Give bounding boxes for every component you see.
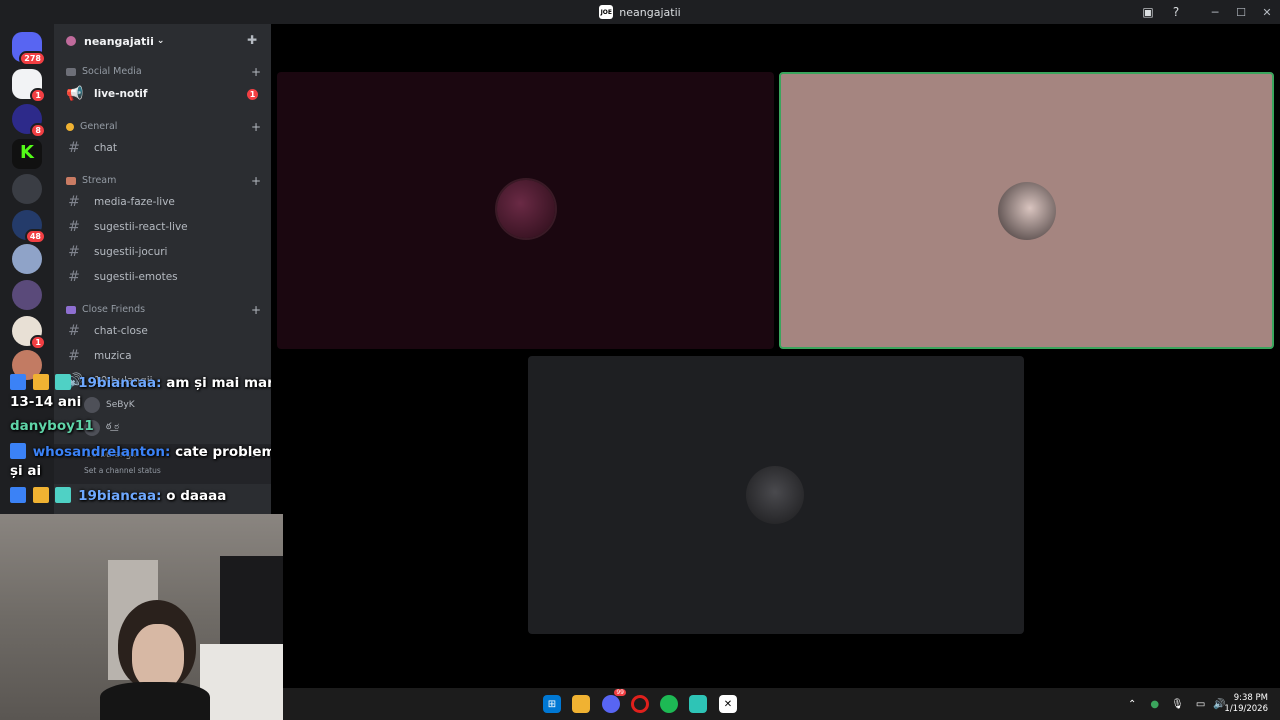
sub-badge-icon (55, 487, 72, 503)
channel-sugestii-react-live[interactable]: # sugestii-react-live (66, 219, 266, 235)
megaphone-icon: 📢 (66, 86, 84, 102)
chat-message: danyboy11 (10, 418, 94, 434)
category-stream[interactable]: Stream + (66, 174, 261, 188)
app-icon: JOE (599, 5, 614, 19)
channel-sugestii-emotes[interactable]: # sugestii-emotes (66, 269, 266, 285)
capcut-icon[interactable]: ✕ (719, 695, 737, 713)
participant-tile[interactable] (528, 356, 1024, 634)
badge-icon (10, 443, 26, 459)
channel-sugestii-jocuri[interactable]: # sugestii-jocuri (66, 244, 266, 260)
avatar (84, 397, 100, 413)
add-member-icon[interactable]: ✚ (247, 33, 257, 47)
server-blue-icon[interactable]: 48 (12, 210, 46, 244)
file-explorer-icon[interactable] (572, 695, 590, 713)
guild-name: neangajatii (84, 34, 154, 48)
chat-message-continuation: 13-14 ani (10, 394, 82, 410)
chat-message: 19biancaa: o daaaa (10, 487, 226, 504)
person-face (132, 624, 184, 690)
taskbar: ⊞ 99 ✕ ⌃ ● 🎙 ▭ 🔊 9:38 PM 1/19/2026 (283, 688, 1280, 720)
channel-live-notif[interactable]: 📢 live-notif 1 (66, 86, 266, 102)
server-bunny-icon[interactable] (12, 244, 42, 274)
close-button[interactable]: ✕ (1254, 0, 1280, 24)
tray-app-icon[interactable]: ● (1150, 699, 1159, 710)
server-photo-icon[interactable] (12, 174, 42, 204)
server-kick-icon[interactable]: K (12, 139, 42, 169)
channel-chat[interactable]: # chat (66, 140, 266, 156)
server-purple-icon[interactable]: 8 (12, 104, 46, 138)
add-channel-icon[interactable]: + (251, 65, 261, 79)
avatar (998, 182, 1056, 240)
help-icon[interactable]: ? (1162, 0, 1190, 24)
person-shirt (100, 682, 210, 720)
chat-message: whosandrelanton: cate probleme sa (10, 443, 307, 460)
add-channel-icon[interactable]: + (251, 120, 261, 134)
monitor (220, 556, 283, 656)
channel-muzica[interactable]: # muzica (66, 348, 266, 364)
voice-user[interactable]: SeByK (84, 397, 135, 413)
add-channel-icon[interactable]: + (251, 303, 261, 317)
hash-icon: # (68, 348, 80, 364)
add-channel-icon[interactable]: + (251, 174, 261, 188)
mention-badge: 1 (247, 88, 258, 100)
category-close-friends[interactable]: Close Friends + (66, 303, 261, 317)
maximize-button[interactable]: ☐ (1228, 0, 1254, 24)
chevron-up-icon[interactable]: ⌃ (1128, 699, 1136, 710)
server-face-icon[interactable]: 1 (12, 316, 46, 350)
category-social-media[interactable]: Social Media + (66, 65, 261, 79)
participant-tile-speaking[interactable] (779, 72, 1274, 349)
crown-icon (32, 487, 49, 503)
avatar (497, 180, 555, 238)
voice-call-stage (271, 24, 1280, 688)
windows-start-icon[interactable]: ⊞ (543, 695, 561, 713)
guild-header[interactable]: neangajatii ⌄ ✚ (54, 24, 271, 58)
server-joe-icon[interactable]: 1 (12, 69, 46, 103)
window-title: neangajatii (619, 5, 681, 19)
title-bar: JOE neangajatii ▣ ? ─ ☐ ✕ (0, 0, 1280, 24)
hash-icon: # (68, 194, 80, 210)
opera-icon[interactable] (631, 695, 649, 713)
microphone-icon[interactable]: 🎙 (1171, 699, 1184, 710)
channel-media-faze-live[interactable]: # media-faze-live (66, 194, 266, 210)
system-tray: ⌃ ● 🎙 ▭ 🔊 (1128, 688, 1226, 720)
hash-icon: # (68, 323, 80, 339)
heart-icon (66, 305, 76, 314)
clock[interactable]: 9:38 PM 1/19/2026 (1224, 693, 1268, 715)
hash-icon: # (68, 140, 80, 156)
badge-icon (10, 487, 26, 503)
app-icon[interactable] (689, 695, 707, 713)
set-status-link[interactable]: Set a channel status (84, 466, 161, 475)
discord-icon[interactable]: 99 (602, 689, 626, 713)
hash-icon: # (68, 219, 80, 235)
cup-icon (66, 176, 76, 185)
participant-tile[interactable] (277, 72, 774, 349)
avatar (746, 466, 804, 524)
inbox-icon[interactable]: ▣ (1134, 0, 1162, 24)
chat-message: 19biancaa: am și mai mari.. (10, 374, 289, 391)
category-icon (66, 67, 76, 76)
channel-chat-close[interactable]: # chat-close (66, 323, 266, 339)
network-icon[interactable]: ▭ (1196, 699, 1205, 710)
hash-icon: # (68, 244, 80, 260)
sub-badge-icon (55, 374, 72, 390)
spotify-icon[interactable] (660, 695, 678, 713)
hash-icon: # (68, 269, 80, 285)
category-general[interactable]: General + (66, 120, 261, 134)
chat-message-continuation: și ai (10, 463, 42, 479)
minimize-button[interactable]: ─ (1202, 0, 1228, 24)
badge-icon (10, 374, 26, 390)
server-art-icon[interactable] (12, 280, 42, 310)
moon-icon (66, 122, 74, 131)
guild-icon (66, 36, 76, 46)
crown-icon (32, 374, 49, 390)
webcam-feed (0, 514, 283, 720)
dresser (200, 644, 283, 720)
direct-messages-icon[interactable]: 278 (12, 32, 46, 66)
chevron-down-icon: ⌄ (156, 36, 165, 46)
